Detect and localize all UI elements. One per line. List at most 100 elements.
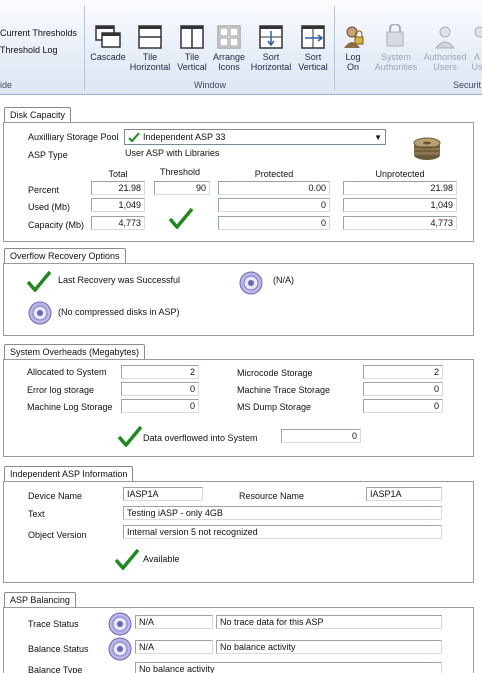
error-log-value: 0	[121, 382, 199, 396]
left-group: Current Thresholds Threshold Log ide	[0, 0, 84, 95]
asp-type-label: ASP Type	[28, 150, 68, 160]
recovery-success-check-icon	[26, 270, 52, 292]
resource-name-label: Resource Name	[239, 491, 305, 501]
overflow-check-icon	[117, 425, 143, 447]
system-authorities-label-2: Authorities	[374, 62, 418, 72]
sort-horizontal-button[interactable]: Sort Horizontal	[247, 24, 295, 72]
asp-type-value: User ASP with Libraries	[125, 148, 220, 158]
cascade-icon	[95, 25, 121, 48]
cascade-button[interactable]: Cascade	[89, 24, 127, 62]
object-version-label: Object Version	[28, 530, 87, 540]
capacity-total: 4,773	[91, 216, 145, 230]
available-check-icon	[114, 548, 140, 570]
machine-log-label: Machine Log Storage	[27, 402, 113, 412]
capacity-protected: 0	[218, 216, 330, 230]
sort-vertical-label-1: Sort	[304, 52, 322, 62]
tab-overflow-recovery[interactable]: Overflow Recovery Options	[4, 248, 126, 263]
authorised-users-label-2: Users	[433, 62, 457, 72]
threshold-ok-check-icon	[168, 207, 194, 229]
machine-trace-label: Machine Trace Storage	[237, 385, 331, 395]
tab-disk-capacity[interactable]: Disk Capacity	[4, 107, 72, 122]
machine-log-value: 0	[121, 399, 199, 413]
threshold-input[interactable]: 90	[154, 181, 210, 195]
arrange-icons-label-1: Arrange	[212, 52, 246, 62]
object-version-value: Internal version 5 not recognized	[123, 525, 442, 539]
microcode-value: 2	[363, 365, 443, 379]
cascade-label: Cascade	[90, 52, 126, 62]
trace-status-label: Trace Status	[28, 619, 79, 629]
device-name-value: IASP1A	[123, 487, 203, 501]
disk-capacity-panel: Auxilliary Storage Pool Independent ASP …	[3, 122, 474, 242]
machine-trace-value: 0	[363, 382, 443, 396]
disc-icon	[108, 612, 132, 636]
tile-horizontal-label-1: Tile	[142, 52, 158, 62]
system-authorities-label-1: System	[380, 52, 411, 62]
disk-icon	[413, 137, 441, 160]
tab-independent-asp[interactable]: Independent ASP Information	[4, 466, 134, 481]
overflowed-label: Data overflowed into System	[143, 433, 258, 443]
tile-vertical-label-1: Tile	[184, 52, 200, 62]
disc-icon	[28, 301, 52, 325]
authorised-users-icon	[434, 26, 456, 49]
security-group-label: Securit	[453, 80, 482, 90]
sort-horizontal-label-1: Sort	[262, 52, 280, 62]
ribbon-toolbar: Current Thresholds Threshold Log ide Cas…	[0, 0, 482, 95]
user-button[interactable]: A Us	[470, 24, 482, 72]
used-protected: 0	[218, 198, 330, 212]
balance-status-label: Balance Status	[28, 644, 89, 654]
independent-asp-panel: Device Name IASP1A Resource Name IASP1A …	[3, 481, 474, 583]
used-unprotected: 1,049	[343, 198, 457, 212]
overflow-recovery-panel: Last Recovery was Successful (N/A) (No c…	[3, 263, 474, 336]
balance-type-label: Balance Type	[28, 665, 83, 673]
pool-select[interactable]: Independent ASP 33 ▼	[124, 129, 386, 145]
tab-system-overheads[interactable]: System Overheads (Megabytes)	[4, 344, 146, 359]
check-icon	[128, 132, 140, 143]
col-threshold: Threshold	[159, 167, 201, 177]
system-authorities-button[interactable]: System Authorities	[371, 24, 421, 72]
text-label: Text	[28, 509, 45, 519]
tile-horizontal-icon	[138, 25, 162, 49]
no-compressed-label: (No compressed disks in ASP)	[58, 307, 180, 317]
allocated-value: 2	[121, 365, 199, 379]
left-group-label: ide	[0, 80, 13, 90]
pool-value: Independent ASP 33	[143, 132, 226, 142]
sort-vertical-button[interactable]: Sort Vertical	[296, 24, 330, 72]
allocated-label: Allocated to System	[27, 367, 107, 377]
threshold-log-link[interactable]: Threshold Log	[0, 45, 58, 55]
chevron-down-icon: ▼	[374, 133, 382, 142]
authorised-users-button[interactable]: Authorised Users	[421, 24, 469, 72]
pool-label: Auxilliary Storage Pool	[28, 132, 119, 142]
system-authorities-icon	[386, 24, 404, 47]
balance-type-value: No balance activity	[135, 662, 442, 673]
percent-unprotected: 21.98	[343, 181, 457, 195]
trace-status-desc: No trace data for this ASP	[216, 615, 442, 629]
percent-protected: 0.00	[218, 181, 330, 195]
log-on-label-2: On	[346, 62, 359, 72]
microcode-label: Microcode Storage	[237, 368, 313, 378]
authorised-users-label-1: Authorised	[423, 52, 467, 62]
tile-vertical-label-2: Vertical	[177, 62, 207, 72]
tile-horizontal-button[interactable]: Tile Horizontal	[128, 24, 172, 72]
sort-horizontal-label-2: Horizontal	[250, 62, 292, 72]
sort-horizontal-icon	[259, 25, 283, 49]
trace-status-value: N/A	[135, 615, 213, 629]
user-label-1: A	[473, 52, 480, 62]
disc-icon	[108, 637, 132, 661]
last-recovery-label: Last Recovery was Successful	[58, 275, 181, 285]
overflowed-value: 0	[281, 429, 361, 443]
arrange-icons-label-2: Icons	[218, 62, 240, 72]
current-thresholds-link[interactable]: Current Thresholds	[0, 28, 77, 38]
tile-vertical-button[interactable]: Tile Vertical	[172, 24, 212, 72]
device-name-label: Device Name	[28, 491, 83, 501]
ribbon-separator	[334, 6, 335, 90]
capacity-unprotected: 4,773	[343, 216, 457, 230]
user-icon	[474, 26, 482, 38]
arrange-icons-button[interactable]: Arrange Icons	[211, 24, 247, 72]
log-on-button[interactable]: Log On	[338, 24, 368, 72]
balance-status-value: N/A	[135, 640, 213, 654]
row-percent-label: Percent	[28, 185, 60, 195]
available-label: Available	[143, 554, 180, 564]
tab-asp-balancing[interactable]: ASP Balancing	[4, 592, 76, 607]
used-total: 1,049	[91, 198, 145, 212]
col-protected: Protected	[254, 169, 294, 179]
